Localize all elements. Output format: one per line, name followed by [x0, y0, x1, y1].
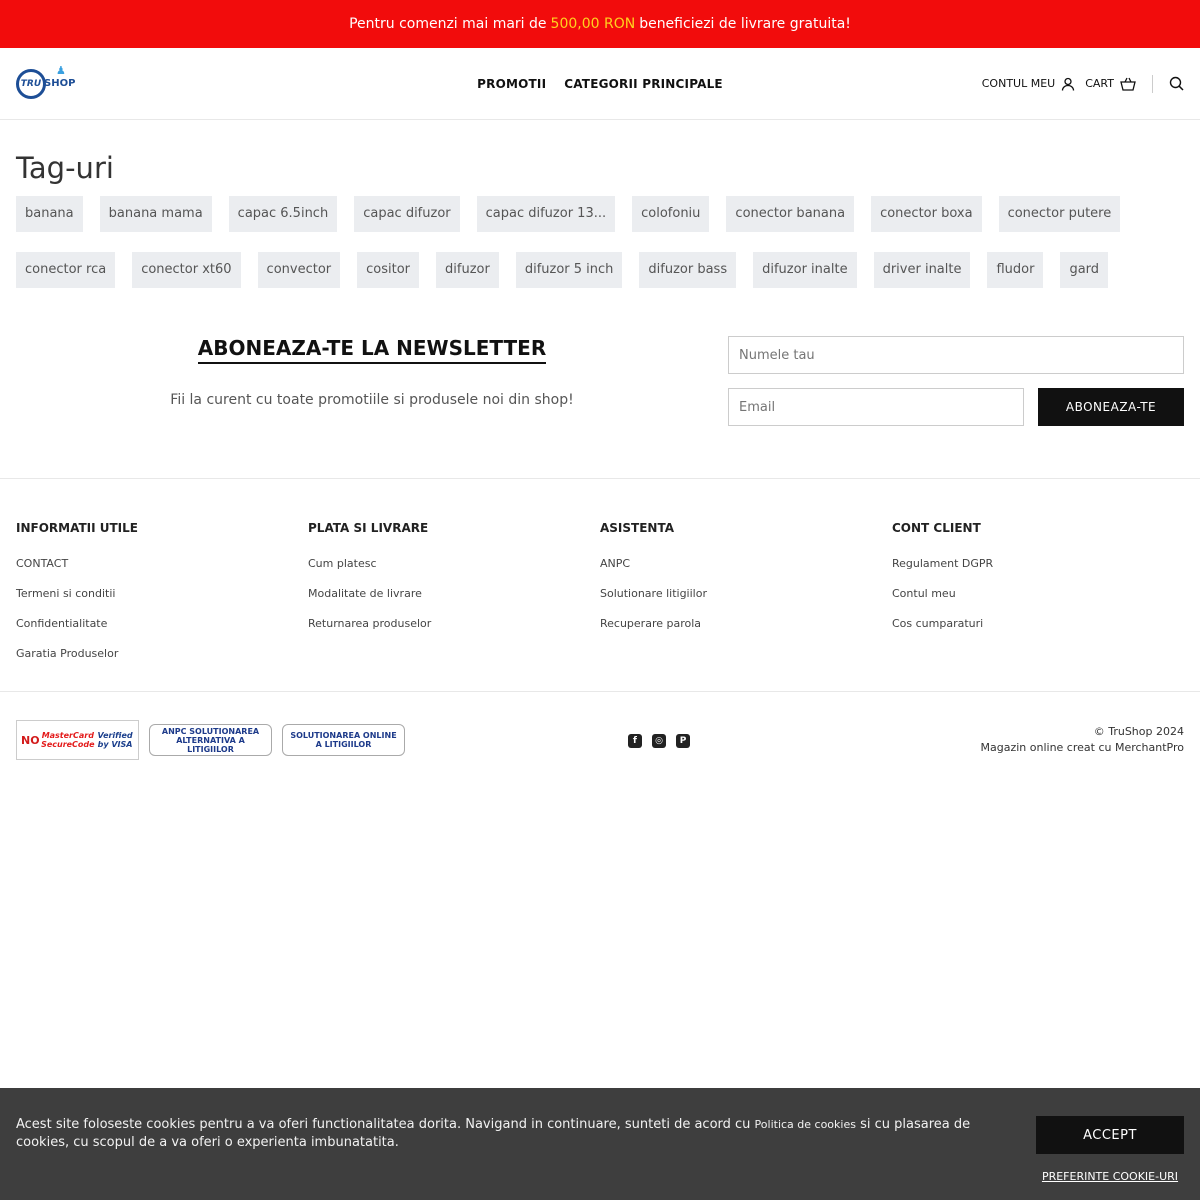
payment-badge: NO MasterCard SecureCode Verified by VIS… [16, 720, 139, 760]
tag-item[interactable]: capac difuzor 13... [476, 196, 616, 232]
footer-link[interactable]: CONTACT [16, 557, 308, 587]
logo-shop: SHOP [44, 78, 76, 89]
basket-icon [1120, 77, 1136, 91]
cookie-bar: Acest site foloseste cookies pentru a va… [0, 1088, 1200, 1200]
newsletter-email-row: ABONEAZA-TE [728, 388, 1184, 426]
footer-link[interactable]: Termeni si conditii [16, 587, 308, 617]
promo-amount: 500,00 RON [550, 16, 636, 32]
logo-tru: TRU [20, 78, 42, 89]
footer-link[interactable]: Contul meu [892, 587, 1184, 617]
user-icon [1061, 77, 1075, 91]
tag-item[interactable]: gard [1060, 252, 1109, 288]
tag-item[interactable]: conector xt60 [132, 252, 241, 288]
newsletter-subtitle: Fii la curent cu toate promotiile si pro… [170, 392, 574, 408]
footer-link[interactable]: Regulament DGPR [892, 557, 1184, 587]
tag-item[interactable]: difuzor bass [639, 252, 737, 288]
footer-column-title: INFORMATII UTILE [16, 521, 138, 535]
newsletter-title: ABONEAZA-TE LA NEWSLETTER [197, 336, 547, 364]
cookie-policy-link[interactable]: Politica de cookies [755, 1118, 856, 1131]
nav-categorii[interactable]: CATEGORII PRINCIPALE [564, 77, 723, 91]
tag-item[interactable]: colofoniu [632, 196, 710, 232]
facebook-icon[interactable]: f [628, 734, 642, 748]
tag-item[interactable]: conector rca [16, 252, 116, 288]
tag-item[interactable]: conector putere [998, 196, 1121, 232]
promo-text-pre: Pentru comenzi mai mari de [349, 16, 547, 32]
footer-link[interactable]: Garatia Produselor [16, 647, 308, 677]
tag-item[interactable]: capac 6.5inch [228, 196, 338, 232]
page-title: Tag-uri [16, 151, 114, 185]
footer-link[interactable]: Returnarea produselor [308, 617, 600, 647]
nav-promotii[interactable]: PROMOTII [477, 77, 546, 91]
tag-item[interactable]: cositor [357, 252, 420, 288]
footer-link[interactable]: ANPC [600, 557, 892, 587]
tag-item[interactable]: convector [257, 252, 341, 288]
cookie-actions: ACCEPT PREFERINTE COOKIE-URI [1036, 1116, 1184, 1200]
footer-column-title: PLATA SI LIVRARE [308, 521, 429, 535]
cart-label: CART [1085, 77, 1114, 90]
online-litigation-text: SOLUTIONAREA ONLINE A LITIGIILOR [290, 731, 397, 749]
tag-list: banana banana mama capac 6.5inch capac d… [16, 196, 1176, 288]
account-link[interactable]: CONTUL MEU [982, 77, 1075, 91]
footer-bottom: NO MasterCard SecureCode Verified by VIS… [0, 692, 1200, 760]
mastercard-securecode: MasterCard SecureCode [41, 731, 95, 749]
footer-column-account: CONT CLIENT Regulament DGPR Contul meu C… [892, 521, 1184, 677]
newsletter-info: ABONEAZA-TE LA NEWSLETTER Fii la curent … [16, 336, 728, 436]
newsletter-form: ABONEAZA-TE [728, 336, 1184, 436]
tag-item[interactable]: difuzor 5 inch [515, 252, 623, 288]
account-label: CONTUL MEU [981, 77, 1056, 90]
online-litigation-badge[interactable]: SOLUTIONAREA ONLINE A LITIGIILOR [282, 724, 405, 756]
footer-link[interactable]: Solutionare litigiilor [600, 587, 892, 617]
promo-text-post: beneficiezi de livrare gratuita! [639, 16, 851, 32]
promo-bar: Pentru comenzi mai mari de 500,00 RON be… [0, 0, 1200, 48]
copyright-text: © TruShop 2024 [1093, 725, 1184, 738]
cookie-preferences-link[interactable]: PREFERINTE COOKIE-URI [1042, 1170, 1178, 1183]
tag-item[interactable]: banana mama [99, 196, 212, 232]
footer-column-title: CONT CLIENT [892, 521, 981, 535]
header-divider [1152, 74, 1153, 93]
header: TRU SHOP ♟ PROMOTII CATEGORII PRINCIPALE… [0, 48, 1200, 120]
accept-cookies-button[interactable]: ACCEPT [1036, 1116, 1184, 1154]
footer-link[interactable]: Cos cumparaturi [892, 617, 1184, 647]
header-actions: CONTUL MEU CART [982, 74, 1184, 93]
tag-item[interactable]: banana [16, 196, 83, 232]
anpc-badge[interactable]: ANPC SOLUTIONAREA ALTERNATIVA A LITIGIIL… [149, 724, 272, 756]
tag-item[interactable]: conector banana [726, 196, 855, 232]
subscribe-button[interactable]: ABONEAZA-TE [1038, 388, 1184, 426]
newsletter-name-input[interactable] [728, 336, 1184, 374]
payment-logo-icon: NO [21, 733, 40, 747]
copyright: © TruShop 2024 Magazin online creat cu M… [981, 724, 1185, 756]
footer-link[interactable]: Confidentialitate [16, 617, 308, 647]
tag-item[interactable]: difuzor inalte [753, 252, 857, 288]
logo-ring: TRU [16, 68, 46, 99]
footer-link[interactable]: Modalitate de livrare [308, 587, 600, 617]
footer-column-title: ASISTENTA [600, 521, 675, 535]
pinterest-icon[interactable]: P [676, 734, 690, 748]
logo-figure-icon: ♟ [56, 63, 66, 77]
anpc-badge-text: ANPC SOLUTIONAREA ALTERNATIVA A LITIGIIL… [161, 726, 260, 754]
main-content: Tag-uri banana banana mama capac 6.5inch… [0, 148, 1200, 436]
footer-link[interactable]: Recuperare parola [600, 617, 892, 647]
tag-item[interactable]: fludor [987, 252, 1044, 288]
newsletter-email-input[interactable] [728, 388, 1024, 426]
social-links: f ◎ P [628, 734, 690, 748]
cookie-text: Acest site foloseste cookies pentru a va… [16, 1116, 1016, 1200]
footer-links: INFORMATII UTILE CONTACT Termeni si cond… [0, 478, 1200, 692]
cart-link[interactable]: CART [1085, 77, 1136, 91]
tag-item[interactable]: driver inalte [873, 252, 971, 288]
cookie-text-pre: Acest site foloseste cookies pentru a va… [16, 1117, 751, 1132]
powered-by[interactable]: Magazin online creat cu MerchantPro [981, 740, 1185, 756]
footer-column-payment: PLATA SI LIVRARE Cum platesc Modalitate … [308, 521, 600, 677]
newsletter-section: ABONEAZA-TE LA NEWSLETTER Fii la curent … [16, 336, 1184, 436]
instagram-icon[interactable]: ◎ [652, 734, 666, 748]
footer-link[interactable]: Cum platesc [308, 557, 600, 587]
logo[interactable]: TRU SHOP ♟ [16, 64, 76, 104]
tag-item[interactable]: difuzor [436, 252, 499, 288]
tag-item[interactable]: capac difuzor [354, 196, 460, 232]
verified-by-visa: Verified by VISA [97, 731, 133, 749]
footer-column-info: INFORMATII UTILE CONTACT Termeni si cond… [16, 521, 308, 677]
tag-item[interactable]: conector boxa [871, 196, 982, 232]
search-icon[interactable] [1169, 76, 1184, 91]
footer-column-support: ASISTENTA ANPC Solutionare litigiilor Re… [600, 521, 892, 677]
